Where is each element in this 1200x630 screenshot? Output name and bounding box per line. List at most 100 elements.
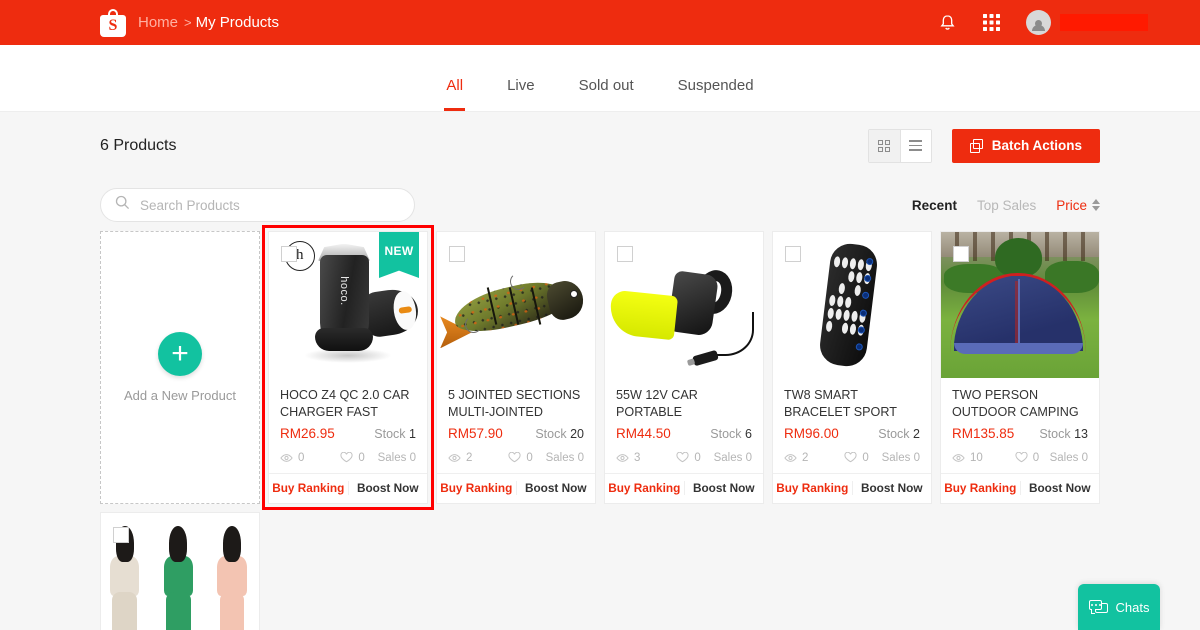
eye-icon xyxy=(280,453,293,462)
account-menu[interactable] xyxy=(1026,10,1148,35)
buy-ranking-link[interactable]: Buy Ranking xyxy=(773,481,852,495)
product-select-checkbox[interactable] xyxy=(785,246,801,262)
sort-updown-icon xyxy=(1092,199,1100,211)
chats-floating-button[interactable]: Chats xyxy=(1078,584,1160,630)
product-price: RM96.00 xyxy=(784,425,839,441)
breadcrumb-home[interactable]: Home xyxy=(138,14,178,31)
tab-live[interactable]: Live xyxy=(485,77,557,111)
heart-icon xyxy=(508,452,521,463)
tab-sold-out[interactable]: Sold out xyxy=(557,77,656,111)
product-card[interactable]: h NEW HOCO Z4 QC 2.0 CAR CHARGER FAST CH… xyxy=(262,225,434,510)
search-and-sort-row: Recent Top Sales Price xyxy=(100,179,1100,231)
product-status-tabbar: All Live Sold out Suspended xyxy=(0,45,1200,112)
list-view-icon[interactable] xyxy=(899,129,931,162)
buy-ranking-link[interactable]: Buy Ranking xyxy=(941,481,1020,495)
product-views: 3 xyxy=(616,452,640,464)
product-price: RM26.95 xyxy=(280,425,335,441)
product-name: TW8 SMART BRACELET SPORT DATA TRACK CALL xyxy=(784,387,897,419)
boost-now-link[interactable]: Boost Now xyxy=(515,481,596,496)
heart-icon xyxy=(844,452,857,463)
chats-label: Chats xyxy=(1115,599,1150,615)
product-actions: Buy Ranking Boost Now xyxy=(437,472,596,504)
batch-actions-label: Batch Actions xyxy=(991,138,1082,153)
chat-bubble-icon xyxy=(1088,599,1108,615)
grid-view-icon[interactable] xyxy=(868,129,900,162)
logo-letter: S xyxy=(108,16,118,34)
product-card[interactable]: 55W 12V CAR PORTABLE HANDHELD SUPER RM44… xyxy=(604,231,764,504)
product-select-checkbox[interactable] xyxy=(953,246,969,262)
product-actions: Buy Ranking Boost Now xyxy=(773,472,932,504)
product-stats: 3 0 Sales 0 xyxy=(616,452,752,473)
product-sales: Sales 0 xyxy=(713,451,752,464)
boost-now-link[interactable]: Boost Now xyxy=(1019,481,1100,496)
product-select-checkbox[interactable] xyxy=(281,246,297,262)
main-content: 6 Products Batch Actions Recent xyxy=(0,112,1200,630)
sort-recent[interactable]: Recent xyxy=(912,198,957,213)
product-sales: Sales 0 xyxy=(545,451,584,464)
sort-price[interactable]: Price xyxy=(1056,198,1100,213)
buy-ranking-link[interactable]: Buy Ranking xyxy=(269,481,348,495)
tab-suspended[interactable]: Suspended xyxy=(656,77,776,111)
product-price-row: RM57.90 Stock 20 xyxy=(448,426,584,441)
boost-now-link[interactable]: Boost Now xyxy=(347,481,428,496)
product-price-row: RM26.95 Stock 1 xyxy=(280,426,416,441)
product-price: RM44.50 xyxy=(616,425,671,441)
boost-now-link[interactable]: Boost Now xyxy=(683,481,764,496)
product-name: 55W 12V CAR PORTABLE HANDHELD SUPER xyxy=(616,387,698,419)
product-stats: 2 0 Sales 0 xyxy=(448,452,584,473)
search-input[interactable] xyxy=(140,197,400,213)
product-price: RM135.85 xyxy=(952,425,1015,441)
product-likes: 0 xyxy=(844,452,869,464)
apps-grid-icon[interactable] xyxy=(983,14,1000,31)
top-navigation-bar: S Home > My Products xyxy=(0,0,1200,45)
eye-icon xyxy=(448,453,461,462)
topbar-icon-group xyxy=(938,10,1148,35)
breadcrumb-current: My Products xyxy=(195,14,279,31)
product-info: 5 JOINTED SECTIONS MULTI-JOINTED FISHING… xyxy=(437,378,595,473)
user-avatar-icon xyxy=(1026,10,1051,35)
eye-icon xyxy=(784,453,797,462)
buy-ranking-link[interactable]: Buy Ranking xyxy=(437,481,516,495)
product-select-checkbox[interactable] xyxy=(113,527,129,543)
product-info: TWO PERSON OUTDOOR CAMPING TENT KIT RM13… xyxy=(941,378,1099,473)
product-sales: Sales 0 xyxy=(377,451,416,464)
product-info: 55W 12V CAR PORTABLE HANDHELD SUPER RM44… xyxy=(605,378,763,473)
add-new-product-card[interactable]: Add a New Product xyxy=(100,231,260,504)
product-card[interactable]: TWO PERSON OUTDOOR CAMPING TENT KIT RM13… xyxy=(940,231,1100,504)
product-name: HOCO Z4 QC 2.0 CAR CHARGER FAST CHARGING xyxy=(280,387,410,419)
boost-now-link[interactable]: Boost Now xyxy=(851,481,932,496)
product-info: TW8 SMART BRACELET SPORT DATA TRACK CALL… xyxy=(773,378,931,473)
buy-ranking-link[interactable]: Buy Ranking xyxy=(605,481,684,495)
product-select-checkbox[interactable] xyxy=(617,246,633,262)
product-thumbnail xyxy=(437,232,595,378)
add-new-product-label: Add a New Product xyxy=(123,388,236,403)
product-card[interactable]: TW8 SMART BRACELET SPORT DATA TRACK CALL… xyxy=(772,231,932,504)
tab-list: All Live Sold out Suspended xyxy=(424,77,775,111)
batch-actions-button[interactable]: Batch Actions xyxy=(951,128,1100,163)
shopee-bag-icon[interactable]: S xyxy=(100,8,126,37)
product-actions: Buy Ranking Boost Now xyxy=(605,472,764,504)
product-thumbnail xyxy=(941,232,1099,378)
product-stats: 10 0 Sales 0 xyxy=(952,452,1088,473)
product-name: 5 JOINTED SECTIONS MULTI-JOINTED FISHING xyxy=(448,387,581,419)
copy-layers-icon xyxy=(969,138,983,153)
product-card[interactable]: 5 JOINTED SECTIONS MULTI-JOINTED FISHING… xyxy=(436,231,596,504)
tab-all[interactable]: All xyxy=(424,77,485,111)
notification-bell-icon[interactable] xyxy=(938,13,957,33)
product-thumbnail xyxy=(101,513,259,630)
product-sales: Sales 0 xyxy=(881,451,920,464)
product-views: 0 xyxy=(280,452,304,464)
product-stats: 0 0 Sales 0 xyxy=(280,452,416,473)
products-toolbar: 6 Products Batch Actions xyxy=(100,112,1100,179)
search-icon xyxy=(115,195,130,215)
product-select-checkbox[interactable] xyxy=(449,246,465,262)
heart-icon xyxy=(676,452,689,463)
search-products-box[interactable] xyxy=(100,188,415,222)
product-price-row: RM96.00 Stock 2 xyxy=(784,426,920,441)
product-card[interactable] xyxy=(100,512,260,630)
sort-options: Recent Top Sales Price xyxy=(912,198,1100,213)
product-thumbnail: h NEW xyxy=(269,232,427,378)
product-actions: Buy Ranking Boost Now xyxy=(941,472,1100,504)
sort-top-sales[interactable]: Top Sales xyxy=(977,198,1036,213)
product-price-row: RM44.50 Stock 6 xyxy=(616,426,752,441)
